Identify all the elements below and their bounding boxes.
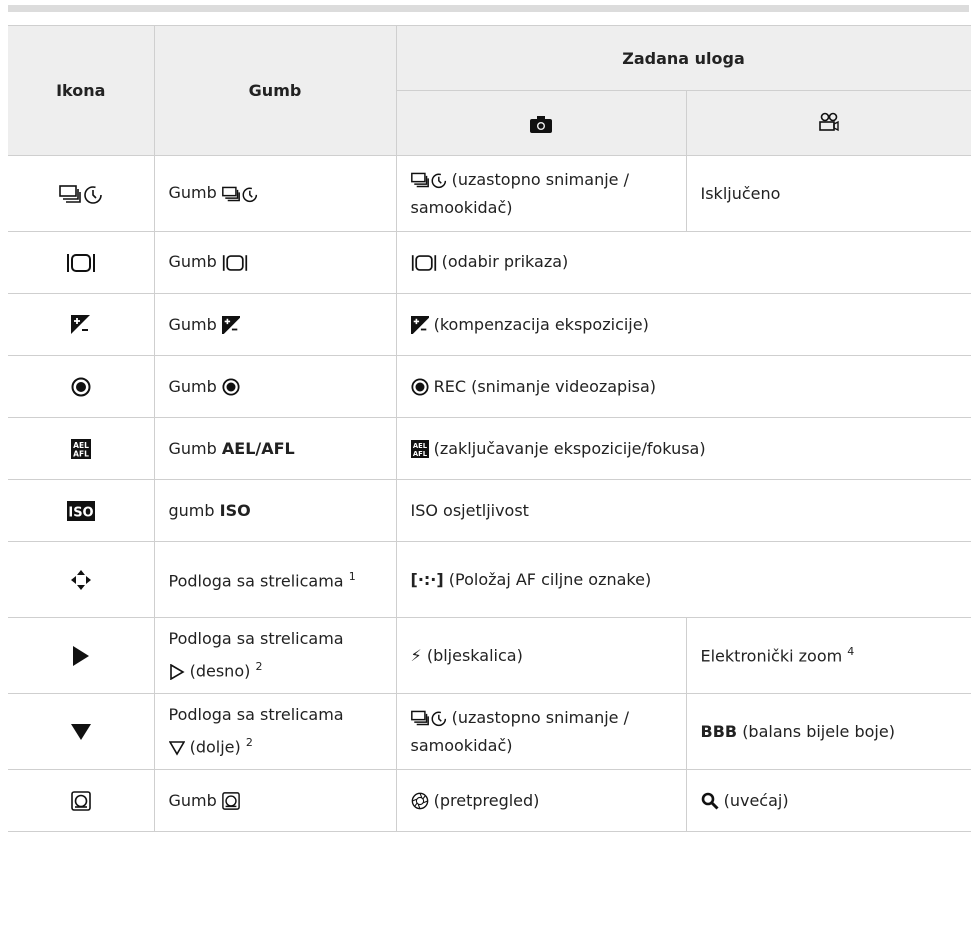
- header-default-role: Zadana uloga: [395, 25, 971, 91]
- iso-icon: ISO: [66, 500, 95, 521]
- shared-role-cell: (odabir prikaza): [395, 231, 971, 294]
- table-row: Gumb (odabir prikaza): [8, 231, 971, 294]
- video-role-cell: Isključeno: [685, 155, 971, 232]
- icon-cell: [8, 155, 155, 232]
- exposure-compensation-icon: [70, 314, 91, 335]
- button-function-table: Ikona Gumb Zadana uloga Gumb (uzastopno …: [8, 25, 971, 832]
- preview-button-icon: [70, 790, 91, 811]
- top-rule: [8, 5, 969, 12]
- record-icon: [71, 377, 91, 397]
- table-row: Podloga sa strelicama (dolje) 2 (uzastop…: [8, 693, 971, 770]
- aperture-preview-icon: [411, 792, 428, 810]
- sequential-selftimer-icon: [410, 710, 446, 727]
- sequential-selftimer-icon: [221, 186, 257, 202]
- down-arrow-icon: [70, 724, 91, 741]
- flash-icon: ⚡: [410, 646, 422, 665]
- table-row: Podloga sa strelicama 1 [·:·] (Položaj A…: [8, 541, 971, 618]
- svg-text:AFL: AFL: [73, 449, 89, 458]
- header-video-mode: [685, 90, 971, 156]
- header-photo-mode: [396, 90, 687, 156]
- movie-camera-icon: [818, 112, 839, 132]
- magnify-icon: [701, 792, 719, 810]
- button-cell: Gumb: [153, 155, 397, 232]
- record-icon: [222, 378, 240, 396]
- photo-role-cell: (uzastopno snimanje / samookidač): [395, 155, 687, 232]
- display-select-icon: [66, 253, 95, 272]
- table-row: ISO gumb ISO ISO osjetljivost: [8, 479, 971, 542]
- display-select-icon: [222, 254, 248, 271]
- table-row: Gumb REC (snimanje videozapisa): [8, 355, 971, 418]
- ael-afl-icon: AELAFL: [70, 438, 91, 459]
- exposure-compensation-icon: [221, 316, 240, 335]
- header-icon: Ikona: [8, 25, 155, 156]
- af-target-icon: [·:·]: [410, 570, 444, 589]
- play-arrow-icon: [72, 645, 89, 666]
- display-select-icon: [411, 254, 436, 271]
- preview-button-icon: [222, 792, 240, 811]
- exposure-compensation-icon: [410, 316, 429, 335]
- header-button: Gumb: [153, 25, 397, 156]
- sequential-selftimer-icon: [410, 172, 446, 189]
- record-icon: [410, 378, 429, 396]
- table-row: AEL AFL Gumb AEL/AFL AEL AFL (zaključavanj…: [8, 417, 971, 480]
- table-row: Podloga sa strelicama (desno) 2 ⚡ (bljes…: [8, 617, 971, 694]
- svg-text:AFL: AFL: [412, 450, 427, 458]
- table-row: Gumb (uzastopno snimanje / samookidač) I…: [8, 155, 971, 232]
- table-row: Gumb (kompenzacija ekspozicije): [8, 293, 971, 356]
- camera-icon: [530, 115, 552, 133]
- svg-text:ISO: ISO: [68, 505, 93, 520]
- sequential-selftimer-icon: [58, 184, 102, 204]
- arrow-pad-icon: [70, 569, 91, 590]
- right-arrow-outline-icon: [169, 664, 185, 681]
- table-row: Gumb (pretpregled) (uvećaj): [8, 769, 971, 832]
- down-arrow-outline-icon: [168, 741, 185, 756]
- ael-afl-icon: AELAFL: [410, 440, 429, 459]
